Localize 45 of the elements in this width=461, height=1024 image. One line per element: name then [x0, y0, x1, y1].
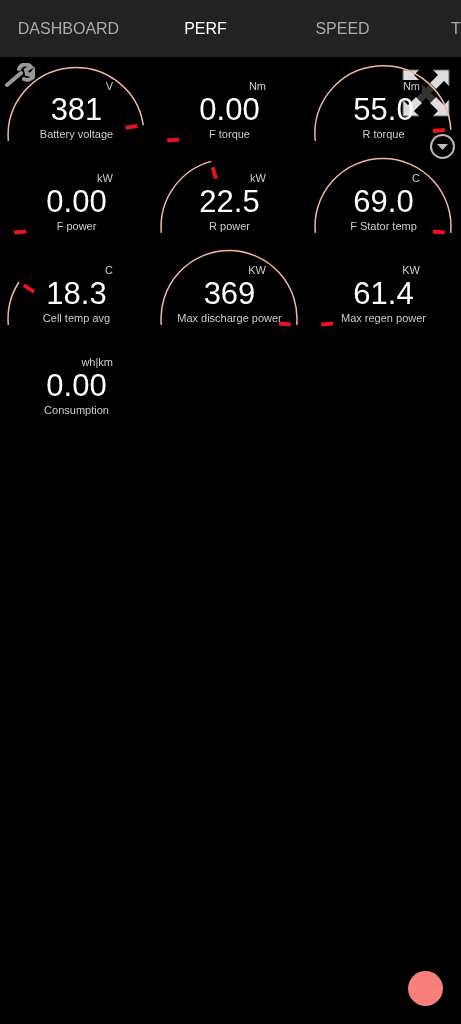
gauge-needle: [167, 137, 180, 143]
gauge-needle: [14, 229, 27, 235]
gauge-label: F Stator temp: [350, 219, 417, 233]
gauge-label: Max regen power: [341, 311, 426, 325]
tab[interactable]: PERF: [137, 0, 274, 57]
gauge-needle: [125, 124, 138, 130]
gauge-label: R power: [209, 219, 250, 233]
gauge-needle: [432, 229, 445, 235]
gauge-label: Cell temp avg: [42, 311, 111, 325]
unit-label: KW: [246, 264, 268, 277]
floating-action-button[interactable]: [408, 971, 443, 1006]
tab[interactable]: DASHBOARD: [0, 0, 137, 57]
gauge-needle: [22, 283, 36, 294]
unit-label: Nm: [400, 80, 422, 93]
gauge-needle: [432, 128, 445, 134]
gauge-label: Max discharge power: [177, 311, 282, 325]
gauge-label: F torque: [209, 127, 250, 141]
gauge-value: 0.00: [46, 185, 107, 219]
gauge-label: Battery voltage: [39, 127, 114, 141]
unit-label: wh|km: [79, 356, 115, 369]
unit-label: C: [103, 264, 115, 277]
unit-label: kW: [248, 172, 268, 185]
wrench-icon[interactable]: [3, 63, 35, 89]
gauge-label: F power: [56, 219, 97, 233]
gauge-value: 69.0: [353, 185, 414, 219]
gauge-value: 22.5: [199, 185, 260, 219]
gauge-value: 0.00: [46, 369, 107, 403]
unit-label: Nm: [246, 80, 268, 93]
gauge-value: 381: [50, 93, 103, 127]
unit-label: C: [410, 172, 422, 185]
gauge-label: R torque: [362, 127, 405, 141]
gauge-needle: [210, 166, 218, 180]
gauge-value: 369: [203, 277, 256, 311]
gauge-value: 61.4: [353, 277, 414, 311]
gauge-label: Consumption: [44, 403, 109, 417]
unit-label: V: [103, 80, 115, 93]
gauge-arc: [7, 281, 20, 326]
tab[interactable]: T: [411, 0, 461, 57]
gauge-value: 18.3: [46, 277, 107, 311]
tab[interactable]: SPEED: [274, 0, 411, 57]
dropdown-icon[interactable]: [429, 133, 456, 160]
unit-label: KW: [400, 264, 422, 277]
gauge-needle: [321, 321, 334, 327]
gauge-value: 0.00: [199, 93, 260, 127]
unit-label: kW: [95, 172, 115, 185]
